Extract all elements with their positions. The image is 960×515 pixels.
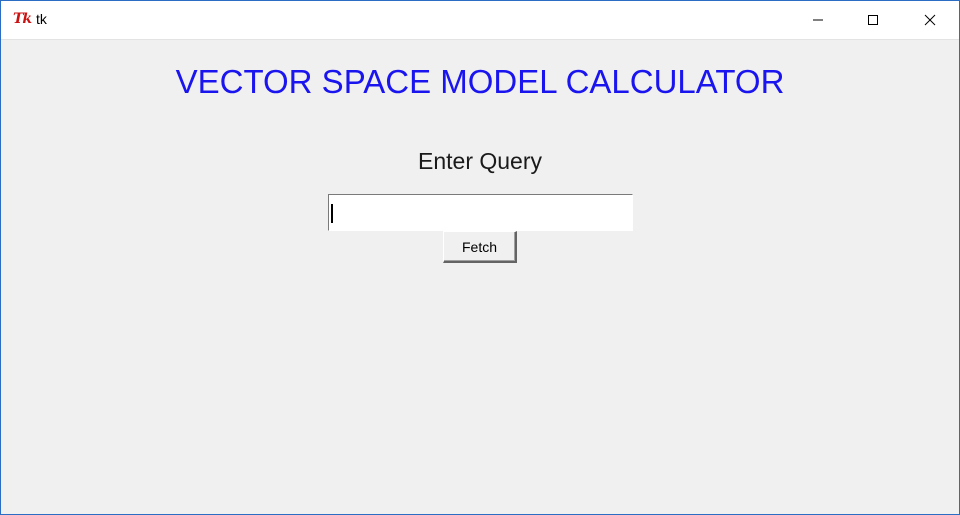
query-input[interactable] bbox=[328, 194, 633, 231]
window-title: tk bbox=[36, 11, 47, 27]
minimize-button[interactable] bbox=[795, 1, 841, 39]
minimize-icon bbox=[813, 19, 823, 21]
text-cursor bbox=[331, 204, 333, 223]
close-button[interactable] bbox=[907, 1, 953, 39]
maximize-button[interactable] bbox=[850, 1, 896, 39]
main-content: VECTOR SPACE MODEL CALCULATOR Enter Quer… bbox=[1, 40, 959, 514]
tk-feather-icon: Tk bbox=[13, 11, 32, 27]
page-title: VECTOR SPACE MODEL CALCULATOR bbox=[175, 63, 785, 100]
title-bar[interactable]: Tk tk bbox=[1, 1, 959, 40]
fetch-button[interactable]: Fetch bbox=[443, 231, 517, 263]
app-window: Tk tk VECTOR SPACE MODEL CALCULATOR Ente… bbox=[0, 0, 960, 515]
query-label: Enter Query bbox=[418, 148, 542, 174]
close-icon bbox=[924, 14, 936, 26]
maximize-icon bbox=[868, 15, 878, 25]
